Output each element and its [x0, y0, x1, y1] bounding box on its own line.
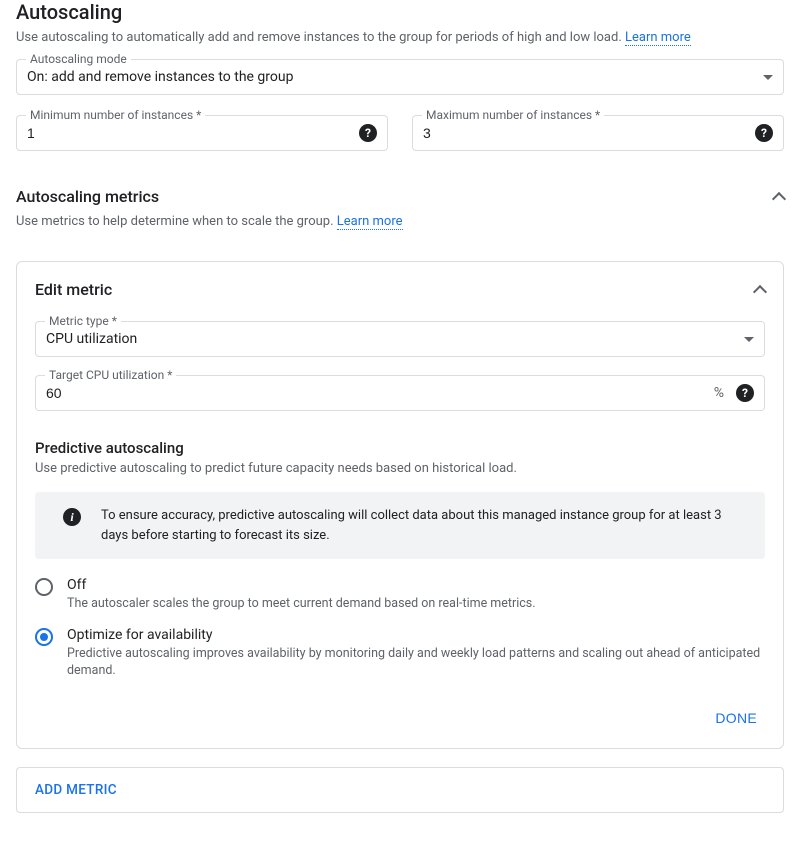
edit-metric-card: Edit metric Metric type * CPU utilizatio…: [16, 261, 784, 749]
info-icon: i: [63, 508, 81, 526]
help-icon[interactable]: ?: [755, 124, 773, 142]
metrics-title: Autoscaling metrics: [16, 187, 159, 206]
predictive-info-banner: i To ensure accuracy, predictive autosca…: [35, 492, 765, 559]
max-instances-field[interactable]: Maximum number of instances * ?: [412, 115, 784, 151]
edit-metric-title: Edit metric: [35, 280, 112, 299]
predictive-option-off[interactable]: Off The autoscaler scales the group to m…: [35, 577, 765, 613]
target-cpu-field[interactable]: Target CPU utilization * % ?: [35, 375, 765, 411]
autoscaling-title: Autoscaling: [16, 0, 784, 24]
autoscaling-mode-value: On: add and remove instances to the grou…: [27, 69, 757, 85]
caret-down-icon: [744, 337, 754, 342]
radio-icon: [35, 578, 53, 596]
chevron-up-icon: [753, 284, 767, 298]
edit-metric-header[interactable]: Edit metric: [35, 280, 765, 299]
caret-down-icon: [763, 75, 773, 80]
max-instances-input[interactable]: [423, 125, 749, 141]
metrics-desc-text: Use metrics to help determine when to sc…: [16, 214, 337, 229]
metric-type-label: Metric type *: [45, 314, 121, 328]
min-instances-label: Minimum number of instances *: [26, 108, 205, 122]
target-cpu-label: Target CPU utilization *: [45, 368, 176, 382]
autoscaling-mode-select[interactable]: Autoscaling mode On: add and remove inst…: [16, 59, 784, 95]
help-icon[interactable]: ?: [359, 124, 377, 142]
predictive-desc: Use predictive autoscaling to predict fu…: [35, 461, 765, 476]
metrics-learn-more-link[interactable]: Learn more: [337, 214, 403, 230]
min-instances-field[interactable]: Minimum number of instances * ?: [16, 115, 388, 151]
metrics-desc: Use metrics to help determine when to sc…: [16, 214, 784, 229]
autoscaling-mode-label: Autoscaling mode: [26, 52, 131, 66]
metrics-header[interactable]: Autoscaling metrics: [16, 187, 784, 206]
predictive-title: Predictive autoscaling: [35, 439, 765, 457]
predictive-option-off-sub: The autoscaler scales the group to meet …: [67, 595, 536, 613]
metric-type-value: CPU utilization: [46, 331, 738, 347]
predictive-option-optimize[interactable]: Optimize for availability Predictive aut…: [35, 627, 765, 680]
percent-suffix: %: [714, 385, 724, 401]
max-instances-label: Maximum number of instances *: [422, 108, 604, 122]
predictive-option-optimize-label: Optimize for availability: [67, 627, 765, 643]
min-instances-input[interactable]: [27, 125, 353, 141]
autoscaling-desc: Use autoscaling to automatically add and…: [16, 30, 784, 45]
help-icon[interactable]: ?: [736, 384, 754, 402]
autoscaling-desc-text: Use autoscaling to automatically add and…: [16, 30, 625, 45]
done-button[interactable]: DONE: [707, 706, 765, 730]
predictive-option-optimize-sub: Predictive autoscaling improves availabi…: [67, 645, 765, 680]
chevron-up-icon: [772, 191, 786, 205]
predictive-option-off-label: Off: [67, 577, 536, 593]
predictive-info-text: To ensure accuracy, predictive autoscali…: [101, 506, 749, 545]
add-metric-button[interactable]: ADD METRIC: [16, 767, 784, 813]
autoscaling-learn-more-link[interactable]: Learn more: [625, 30, 691, 46]
radio-icon-checked: [35, 628, 53, 646]
target-cpu-input[interactable]: [46, 385, 714, 401]
metric-type-select[interactable]: Metric type * CPU utilization: [35, 321, 765, 357]
